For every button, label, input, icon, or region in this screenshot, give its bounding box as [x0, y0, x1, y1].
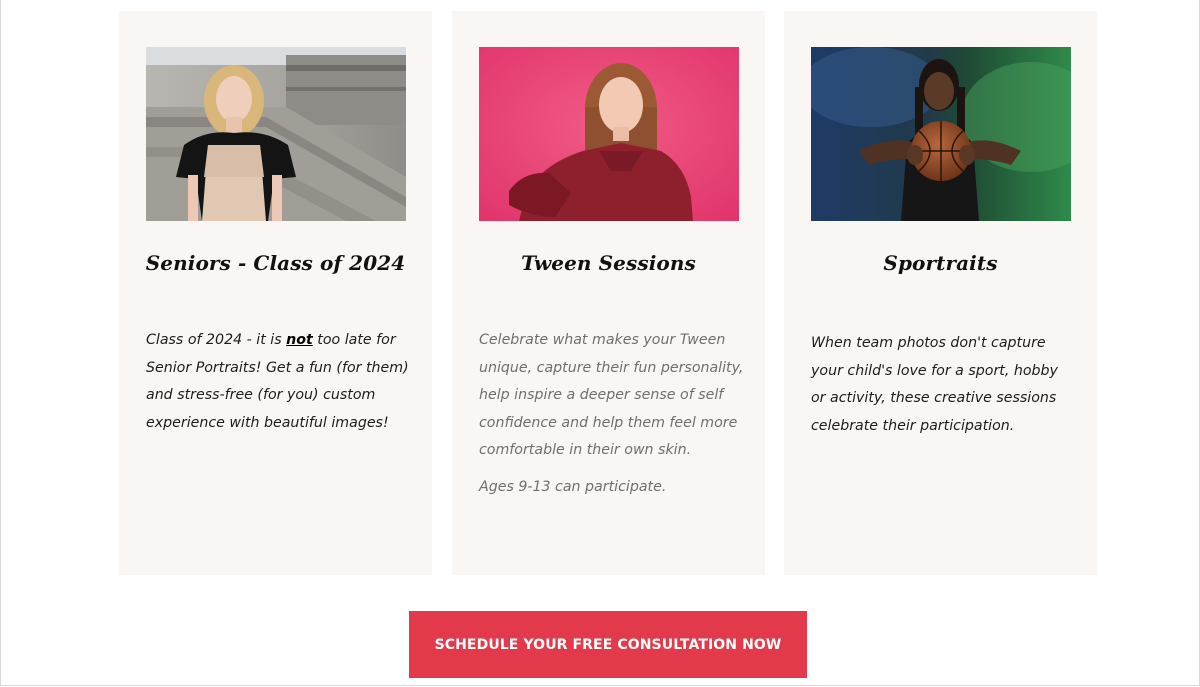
schedule-consultation-button[interactable]: SCHEDULE YOUR FREE CONSULTATION NOW	[409, 611, 807, 678]
service-card-sportraits: Sportraits When team photos don't captur…	[784, 11, 1097, 575]
card-title: Tween Sessions	[521, 251, 696, 275]
card-description: Celebrate what makes your Tween unique, …	[479, 327, 744, 501]
sports-portrait-photo	[811, 47, 1071, 221]
service-card-seniors: Seniors - Class of 2024 Class of 2024 - …	[119, 11, 432, 575]
description-paragraph: Ages 9-13 can participate.	[479, 478, 667, 495]
description-paragraph: Celebrate what makes your Tween unique, …	[479, 332, 744, 458]
senior-portrait-photo	[146, 47, 406, 221]
description-paragraph: When team photos don't capture your chil…	[811, 335, 1058, 434]
description-text: Class of 2024 - it is	[146, 332, 287, 348]
tween-portrait-photo	[479, 47, 739, 221]
card-title: Seniors - Class of 2024	[145, 251, 406, 275]
card-description: When team photos don't capture your chil…	[811, 330, 1069, 440]
emphasis-text: not	[286, 332, 313, 348]
service-card-tween: Tween Sessions Celebrate what makes your…	[452, 11, 765, 575]
card-description: Class of 2024 - it is not too late for S…	[146, 327, 411, 437]
card-title: Sportraits	[883, 251, 998, 275]
